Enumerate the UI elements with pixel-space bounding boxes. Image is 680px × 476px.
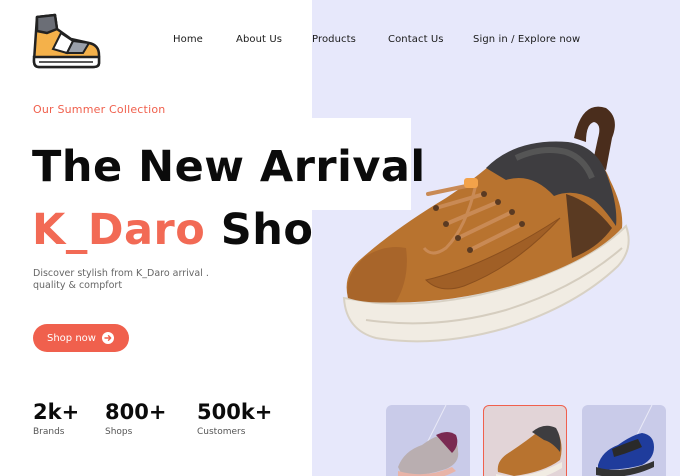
shop-now-button[interactable]: Shop now [33,324,129,352]
stat-customers: 500k+ Customers [197,400,272,437]
stat-value: 500k+ [197,400,273,424]
nav-contact-us[interactable]: Contact Us [388,34,444,45]
stat-value: 800+ [105,400,167,424]
shop-now-label: Shop now [47,332,96,344]
stat-value: 2k+ [33,400,80,424]
stat-label: Customers [197,427,246,437]
thumbnail-brown-sneaker[interactable] [483,405,567,476]
hero-tagline: Our Summer Collection [33,103,166,116]
stat-brands: 2k+ Brands [33,400,79,437]
title-word-shoe: Shoe [220,205,313,255]
nav-home[interactable]: Home [173,34,203,45]
thumbnail-grey-purple-sneaker[interactable] [386,405,470,476]
nav-sign-in-explore[interactable]: Sign in / Explore now [473,34,580,45]
stat-label: Shops [105,427,133,437]
nav-about-us[interactable]: About Us [236,34,282,45]
hero-description: Discover stylish from K_Daro arrival . q… [33,268,209,291]
stat-shops: 800+ Shops [105,400,166,437]
stat-label: Brands [33,427,65,437]
thumbnail-blue-hiking-sneaker[interactable] [582,405,666,476]
sneaker-logo-icon[interactable] [31,11,103,71]
arrow-right-circle-icon [102,332,114,344]
brand-name: K_Daro [32,205,206,255]
nav-products[interactable]: Products [312,34,356,45]
hero-shoe-image [336,98,636,358]
hero-subtitle: K_Daro Shoe [32,205,313,255]
